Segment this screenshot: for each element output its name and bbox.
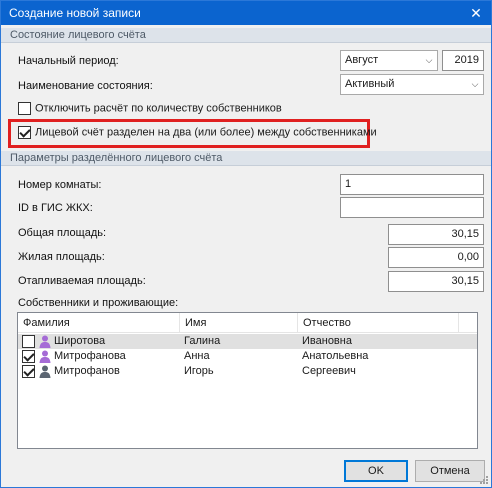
section-account-state: Состояние лицевого счёта [1, 28, 491, 43]
total-area-label: Общая площадь: [18, 227, 107, 239]
title-bar[interactable]: Создание новой записи ✕ [1, 1, 491, 25]
row-checkbox[interactable] [22, 350, 35, 363]
state-select-value: Активный [345, 78, 395, 90]
row-checkbox[interactable] [22, 365, 35, 378]
year-input[interactable]: 2019 [442, 50, 484, 71]
disable-calc-checkbox[interactable] [18, 102, 31, 115]
cell-surname: Митрофанова [54, 350, 126, 362]
cell-patronymic: Анатольевна [302, 350, 369, 362]
room-number-input[interactable]: 1 [340, 174, 484, 195]
dialog-window: Создание новой записи ✕ Состояние лицево… [0, 0, 492, 488]
person-female-icon [39, 335, 51, 348]
table-row[interactable]: Митрофанова Анна Анатольевна [18, 349, 477, 364]
split-account-checkbox[interactable] [18, 126, 31, 139]
ok-button[interactable]: OK [344, 460, 408, 482]
section-account-state-title: Состояние лицевого счёта [10, 29, 146, 41]
row-checkbox[interactable] [22, 335, 35, 348]
column-header-patronymic[interactable]: Отчество [298, 313, 459, 333]
cell-patronymic: Сергеевич [302, 365, 356, 377]
section-split-params: Параметры разделённого лицевого счёта [1, 151, 491, 166]
gis-id-input[interactable] [340, 197, 484, 218]
window-title: Создание новой записи [9, 6, 141, 20]
start-period-label: Начальный период: [18, 55, 119, 67]
total-area-input[interactable]: 30,15 [388, 224, 484, 245]
close-icon[interactable]: ✕ [465, 3, 487, 23]
cell-name: Игорь [184, 365, 214, 377]
living-area-input[interactable]: 0,00 [388, 247, 484, 268]
table-row[interactable]: Митрофанов Игорь Сергеевич [18, 364, 477, 379]
person-male-icon [39, 365, 51, 378]
chevron-down-icon[interactable]: ⌵ [467, 75, 483, 94]
column-header-surname[interactable]: Фамилия [18, 313, 180, 333]
split-account-label: Лицевой счёт разделен на два (или более)… [35, 126, 377, 139]
split-account-checkbox-row[interactable]: Лицевой счёт разделен на два (или более)… [18, 126, 377, 142]
disable-calc-label: Отключить расчёт по количеству собственн… [35, 102, 282, 115]
cancel-button[interactable]: Отмена [415, 460, 485, 482]
living-area-label: Жилая площадь: [18, 251, 105, 263]
section-split-params-title: Параметры разделённого лицевого счёта [10, 152, 223, 164]
column-header-name[interactable]: Имя [180, 313, 298, 333]
cell-name: Галина [184, 335, 221, 347]
room-number-label: Номер комнаты: [18, 179, 102, 191]
person-female-icon [39, 350, 51, 363]
disable-calc-checkbox-row[interactable]: Отключить расчёт по количеству собственн… [18, 102, 282, 118]
heated-area-label: Отапливаемая площадь: [18, 275, 146, 287]
state-select[interactable]: Активный ⌵ [340, 74, 484, 95]
owners-label: Собственники и проживающие: [18, 297, 179, 309]
owners-table[interactable]: Фамилия Имя Отчество Широтова Галина Ива… [17, 312, 478, 449]
cell-surname: Митрофанов [54, 365, 120, 377]
table-row[interactable]: Широтова Галина Ивановна [18, 334, 477, 349]
chevron-down-icon[interactable]: ⌵ [421, 51, 437, 70]
cell-patronymic: Ивановна [302, 335, 352, 347]
resize-grip-icon[interactable] [479, 475, 489, 485]
cell-name: Анна [184, 350, 210, 362]
month-select-value: Август [345, 54, 379, 66]
state-name-label: Наименование состояния: [18, 80, 153, 92]
cell-surname: Широтова [54, 335, 106, 347]
heated-area-input[interactable]: 30,15 [388, 271, 484, 292]
month-select[interactable]: Август ⌵ [340, 50, 438, 71]
gis-id-label: ID в ГИС ЖКХ: [18, 202, 93, 214]
table-header: Фамилия Имя Отчество [18, 313, 477, 333]
